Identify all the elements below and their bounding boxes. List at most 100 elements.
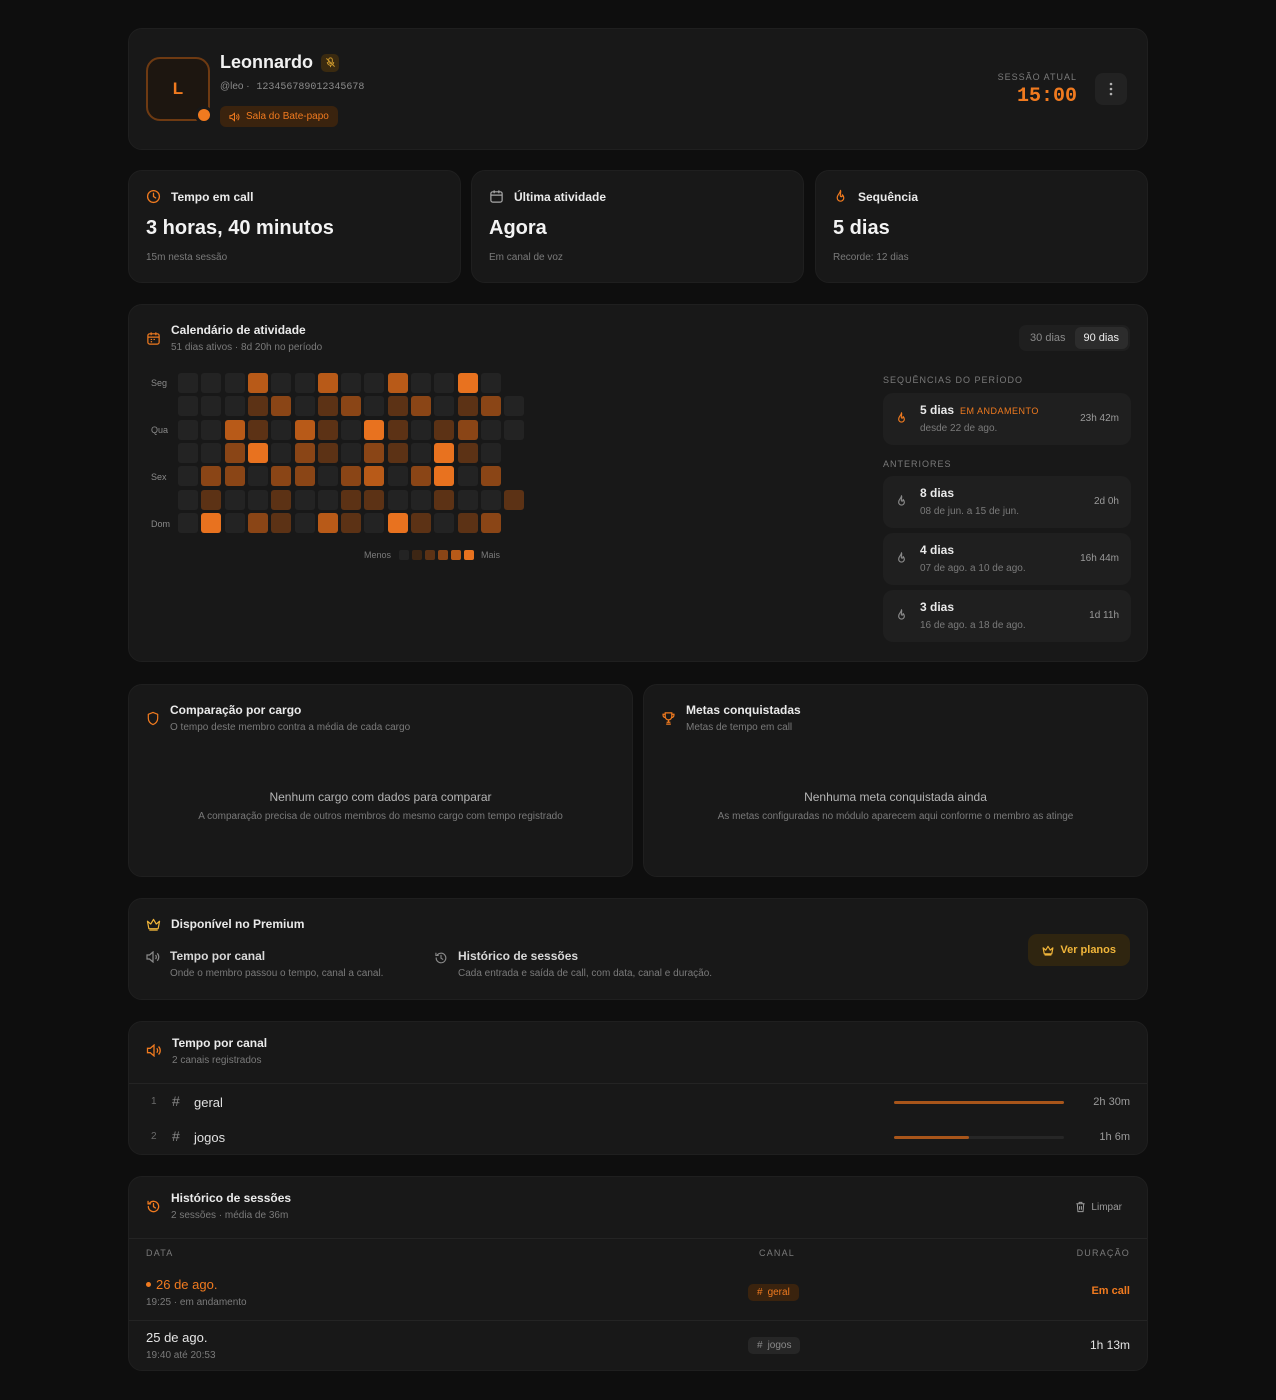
column-header-duration[interactable]: DURAÇÃO <box>1077 1248 1130 1258</box>
heatmap-cell[interactable] <box>224 466 245 487</box>
heatmap-cell[interactable] <box>247 512 268 533</box>
heatmap-cell[interactable] <box>317 396 338 417</box>
heatmap-cell[interactable] <box>341 373 362 393</box>
heatmap-cell[interactable] <box>411 419 431 440</box>
heatmap-cell[interactable] <box>201 419 222 440</box>
column-header-date[interactable]: DATA <box>146 1248 173 1258</box>
heatmap-cell[interactable] <box>411 489 431 510</box>
heatmap-cell[interactable] <box>247 489 268 510</box>
heatmap-cell[interactable] <box>341 489 362 510</box>
heatmap-cell[interactable] <box>224 396 245 417</box>
heatmap-cell[interactable] <box>411 373 431 393</box>
channel-row[interactable]: 1 # geral 2h 30m <box>129 1088 1147 1118</box>
heatmap-cell[interactable] <box>294 396 315 417</box>
heatmap-cell[interactable] <box>364 466 385 487</box>
heatmap-cell[interactable] <box>480 466 501 487</box>
heatmap-cell[interactable] <box>271 512 292 533</box>
session-row[interactable]: 26 de ago. 19:25 · em andamento # geral … <box>129 1269 1147 1321</box>
heatmap-cell[interactable] <box>387 512 408 533</box>
heatmap-cell[interactable] <box>387 442 408 463</box>
heatmap-cell[interactable] <box>364 489 385 510</box>
heatmap-cell[interactable] <box>480 419 501 440</box>
heatmap-cell[interactable] <box>434 466 455 487</box>
clear-history-button[interactable]: Limpar <box>1075 1201 1122 1213</box>
previous-streak[interactable]: 4 dias 07 de ago. a 10 de ago. 16h 44m <box>883 533 1131 585</box>
heatmap-cell[interactable] <box>457 512 478 533</box>
heatmap-cell[interactable] <box>457 442 478 463</box>
heatmap-cell[interactable] <box>294 466 315 487</box>
heatmap-cell[interactable] <box>434 396 455 417</box>
heatmap-cell[interactable] <box>457 419 478 440</box>
heatmap-cell[interactable] <box>224 489 245 510</box>
heatmap-cell[interactable] <box>271 489 292 510</box>
heatmap-cell[interactable] <box>247 373 268 393</box>
session-row[interactable]: 25 de ago. 19:40 até 20:53 # jogos 1h 13… <box>129 1322 1147 1374</box>
heatmap-cell[interactable] <box>178 373 198 393</box>
range-90-days-button[interactable]: 90 dias <box>1074 327 1128 349</box>
view-plans-button[interactable]: Ver planos <box>1028 934 1130 966</box>
heatmap-cell[interactable] <box>480 442 501 463</box>
previous-streak[interactable]: 3 dias 16 de ago. a 18 de ago. 1d 11h <box>883 590 1131 642</box>
heatmap-cell[interactable] <box>364 396 385 417</box>
heatmap-cell[interactable] <box>247 419 268 440</box>
avatar[interactable]: L <box>146 57 213 124</box>
more-options-button[interactable] <box>1095 73 1127 105</box>
heatmap-cell[interactable] <box>364 512 385 533</box>
heatmap-cell[interactable] <box>341 419 362 440</box>
heatmap-cell[interactable] <box>387 396 408 417</box>
member-id[interactable]: 123456789012345678 <box>256 82 364 93</box>
heatmap-cell[interactable] <box>317 419 338 440</box>
heatmap-cell[interactable] <box>504 489 525 510</box>
session-channel-chip[interactable]: # geral <box>748 1284 799 1301</box>
heatmap-cell[interactable] <box>480 373 501 393</box>
heatmap-cell[interactable] <box>411 396 431 417</box>
heatmap-cell[interactable] <box>247 466 268 487</box>
heatmap-cell[interactable] <box>294 489 315 510</box>
heatmap-cell[interactable] <box>317 442 338 463</box>
heatmap-cell[interactable] <box>201 466 222 487</box>
heatmap-cell[interactable] <box>457 396 478 417</box>
heatmap-cell[interactable] <box>387 466 408 487</box>
heatmap-cell[interactable] <box>317 512 338 533</box>
heatmap-cell[interactable] <box>411 442 431 463</box>
heatmap-cell[interactable] <box>247 396 268 417</box>
heatmap-cell[interactable] <box>364 442 385 463</box>
heatmap-cell[interactable] <box>317 373 338 393</box>
heatmap-cell[interactable] <box>247 442 268 463</box>
heatmap-cell[interactable] <box>387 373 408 393</box>
heatmap-cell[interactable] <box>434 512 455 533</box>
heatmap-cell[interactable] <box>294 512 315 533</box>
heatmap-cell[interactable] <box>271 442 292 463</box>
heatmap-cell[interactable] <box>504 419 525 440</box>
heatmap-cell[interactable] <box>271 373 292 393</box>
heatmap-cell[interactable] <box>271 396 292 417</box>
heatmap-cell[interactable] <box>178 419 198 440</box>
heatmap-cell[interactable] <box>457 489 478 510</box>
heatmap-cell[interactable] <box>178 489 198 510</box>
heatmap-cell[interactable] <box>201 512 222 533</box>
heatmap-cell[interactable] <box>294 419 315 440</box>
heatmap-cell[interactable] <box>480 512 501 533</box>
heatmap-cell[interactable] <box>178 466 198 487</box>
heatmap-cell[interactable] <box>294 442 315 463</box>
heatmap-cell[interactable] <box>341 466 362 487</box>
heatmap-cell[interactable] <box>434 373 455 393</box>
heatmap-cell[interactable] <box>317 489 338 510</box>
heatmap-cell[interactable] <box>178 442 198 463</box>
heatmap-cell[interactable] <box>480 396 501 417</box>
heatmap-cell[interactable] <box>224 442 245 463</box>
heatmap-cell[interactable] <box>341 442 362 463</box>
heatmap-cell[interactable] <box>434 419 455 440</box>
heatmap-cell[interactable] <box>364 419 385 440</box>
heatmap-cell[interactable] <box>224 512 245 533</box>
heatmap-cell[interactable] <box>294 373 315 393</box>
heatmap-cell[interactable] <box>317 466 338 487</box>
heatmap-cell[interactable] <box>411 466 431 487</box>
heatmap-cell[interactable] <box>271 419 292 440</box>
heatmap-cell[interactable] <box>224 373 245 393</box>
current-streak[interactable]: 5 dias EM ANDAMENTO desde 22 de ago. 23h … <box>883 393 1131 445</box>
heatmap-cell[interactable] <box>411 512 431 533</box>
range-30-days-button[interactable]: 30 dias <box>1021 327 1074 349</box>
heatmap-cell[interactable] <box>224 419 245 440</box>
heatmap-cell[interactable] <box>178 512 198 533</box>
